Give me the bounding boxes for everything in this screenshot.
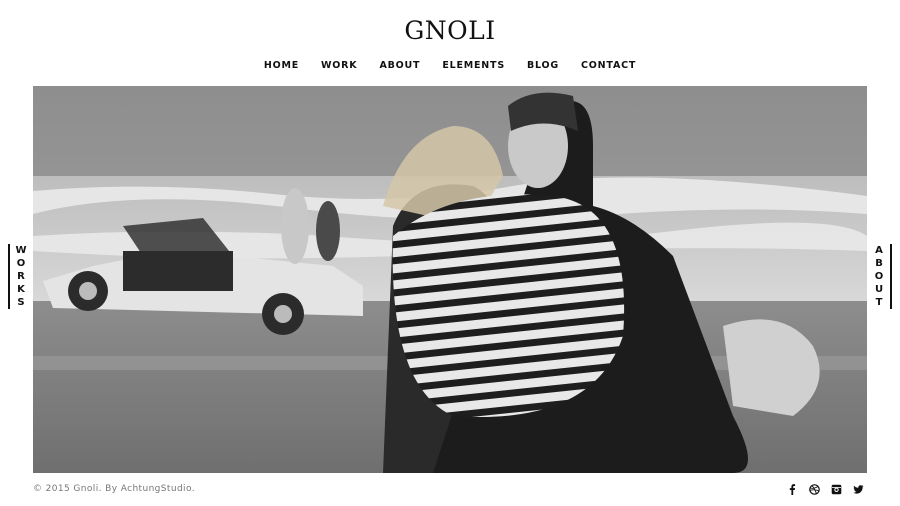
instagram-icon[interactable] <box>831 482 842 495</box>
twitter-icon[interactable] <box>853 482 864 494</box>
facebook-icon[interactable] <box>787 482 798 495</box>
about-letter: O <box>874 271 884 282</box>
nav-elements[interactable]: ELEMENTS <box>431 60 516 71</box>
works-letter: W <box>15 245 27 256</box>
nav-home[interactable]: HOME <box>253 60 310 71</box>
about-side-link[interactable]: A B O U T <box>871 244 892 309</box>
about-letter: U <box>874 284 884 295</box>
site-logo[interactable]: GNOLI <box>0 16 900 45</box>
nav-about[interactable]: ABOUT <box>368 60 431 71</box>
works-letter: K <box>17 284 25 295</box>
about-letter: A <box>875 245 883 256</box>
nav-contact[interactable]: CONTACT <box>570 60 647 71</box>
works-side-link[interactable]: W O R K S <box>8 244 29 309</box>
footer-copyright: © 2015 Gnoli. By AchtungStudio. <box>33 484 195 494</box>
dribbble-icon[interactable] <box>809 482 820 495</box>
works-letter: S <box>17 297 25 308</box>
about-letter: T <box>875 297 883 308</box>
hero-image <box>33 86 867 473</box>
about-letter: B <box>875 258 883 269</box>
works-letter: R <box>17 271 25 282</box>
nav-blog[interactable]: BLOG <box>516 60 570 71</box>
main-nav: HOME WORK ABOUT ELEMENTS BLOG CONTACT <box>0 60 900 71</box>
nav-work[interactable]: WORK <box>310 60 368 71</box>
beach-couple-photo <box>33 86 867 473</box>
social-links <box>787 482 864 495</box>
works-letter: O <box>16 258 26 269</box>
